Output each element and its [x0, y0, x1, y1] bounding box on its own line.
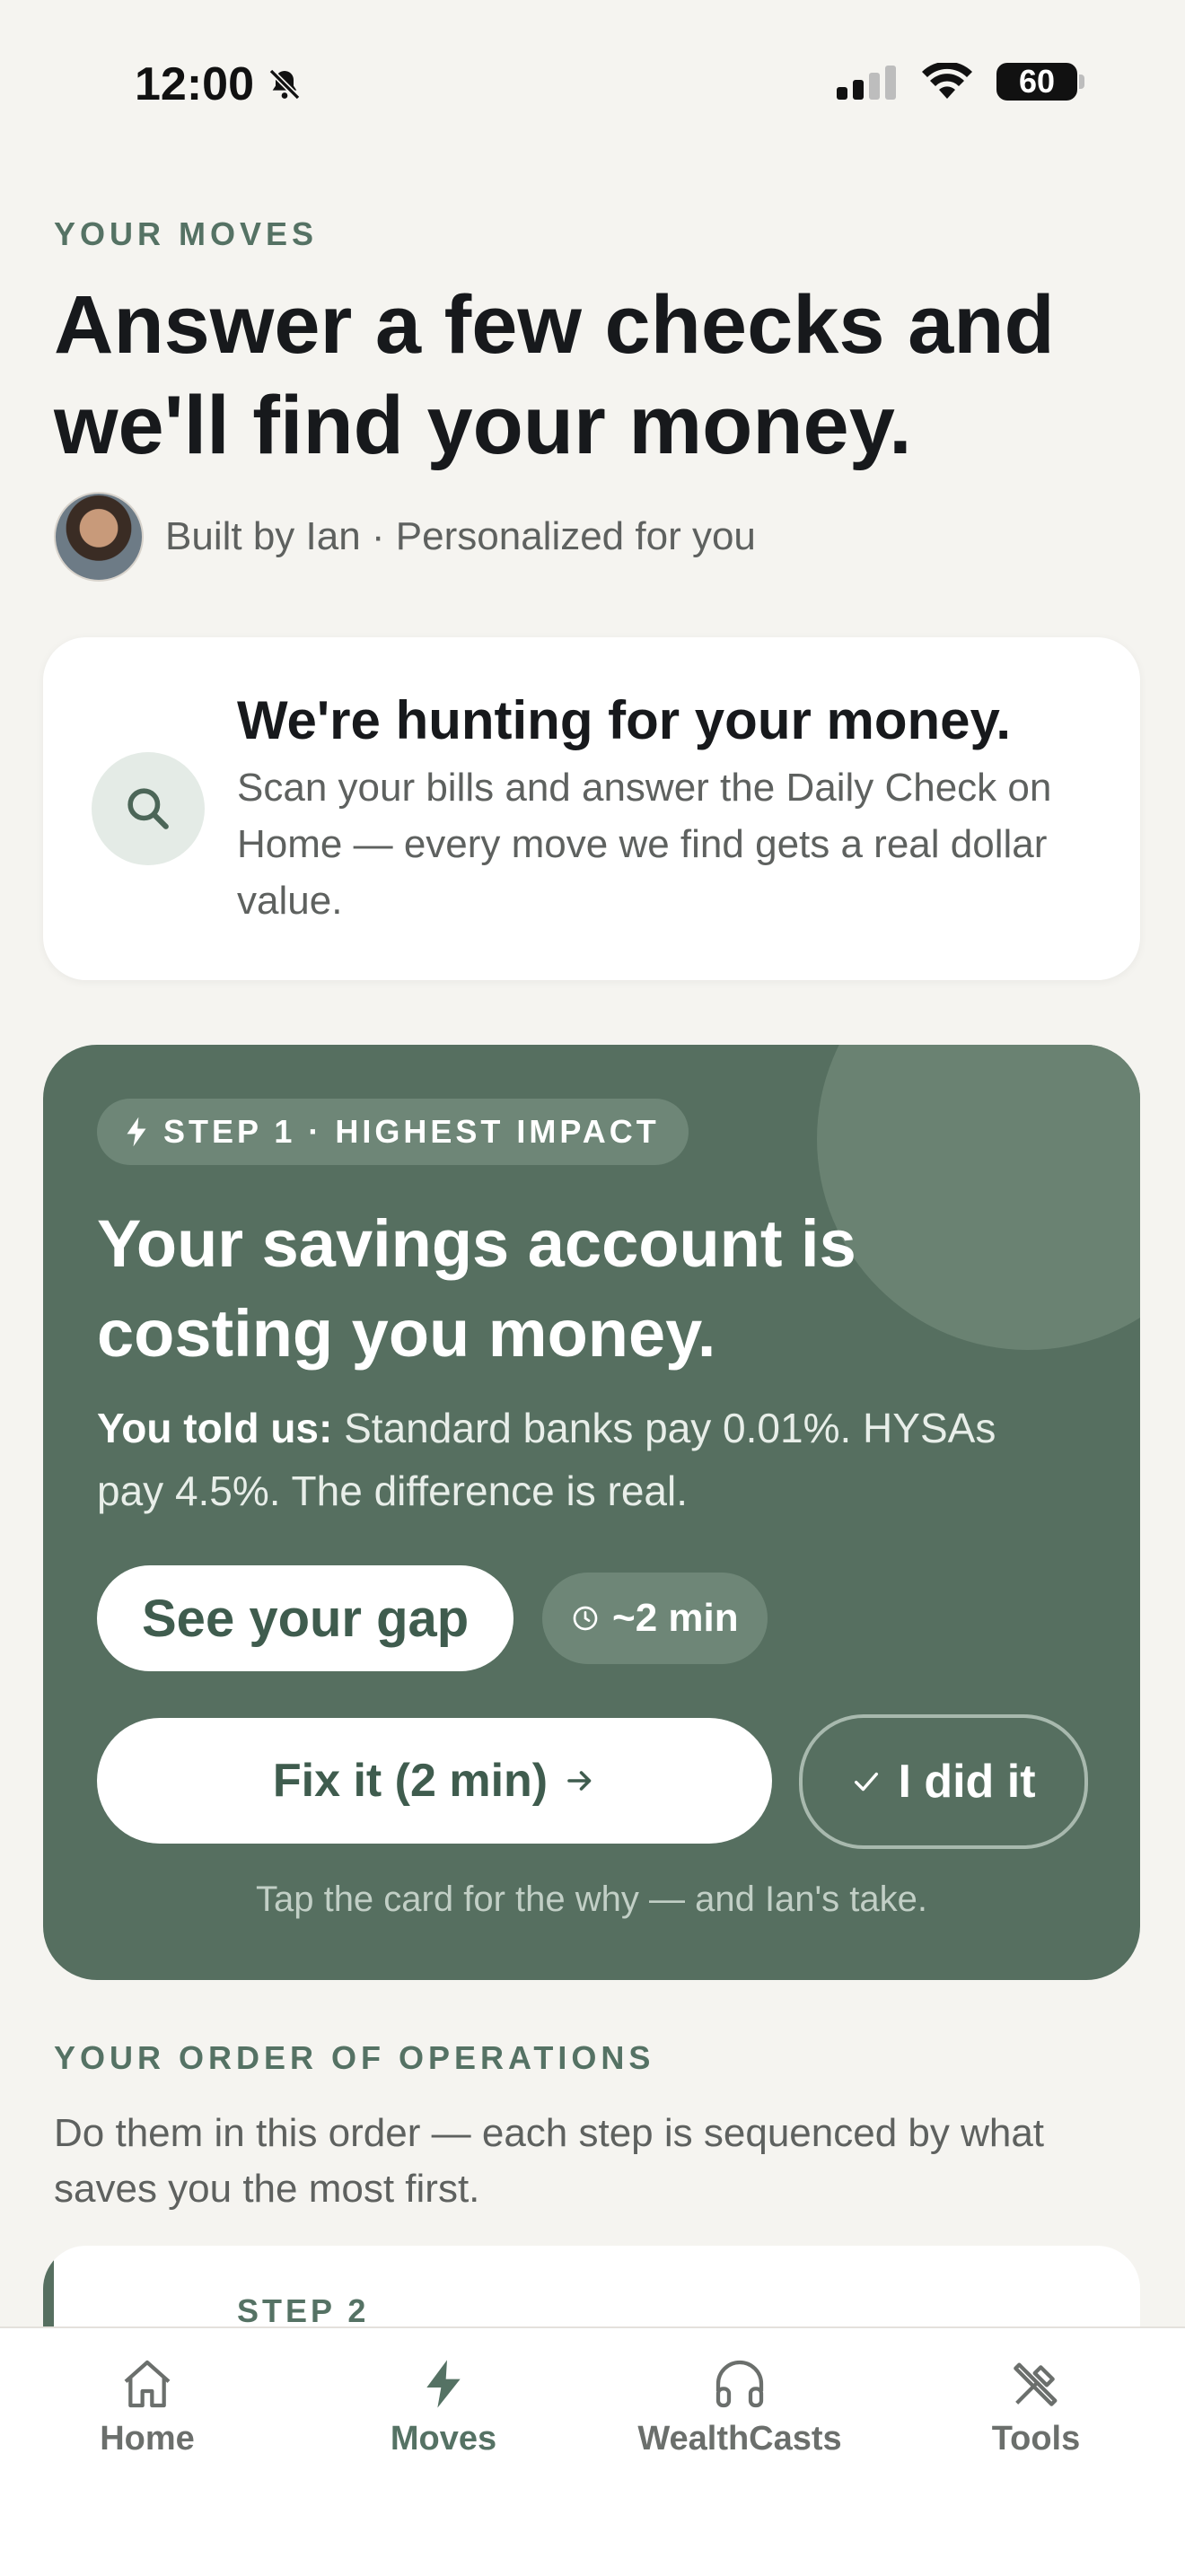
bolt-icon	[127, 1117, 146, 1147]
order-eyebrow: YOUR ORDER OF OPERATIONS	[54, 2039, 655, 2076]
signal-icon	[837, 66, 896, 100]
page-title: Answer a few checks and we'll find your …	[54, 279, 1055, 471]
battery-level: 60	[1018, 63, 1056, 100]
step-badge-label: STEP 1 · HIGHEST IMPACT	[163, 1113, 660, 1150]
bolt-icon	[426, 2360, 461, 2408]
time-estimate-chip: ~2 min	[542, 1573, 768, 1664]
did-it-label: I did it	[898, 1756, 1036, 1808]
byline: Built by Ian · Personalized for you	[54, 492, 756, 582]
step-description-lead: You told us:	[97, 1405, 333, 1451]
search-icon	[92, 752, 205, 865]
step-title: Your savings account is costing you mone…	[97, 1206, 856, 1371]
hunting-card-title: We're hunting for your money.	[237, 690, 1012, 750]
fix-it-label: Fix it (2 min)	[272, 1755, 549, 1807]
headphones-icon	[715, 2360, 764, 2408]
bell-slash-icon	[268, 68, 301, 101]
step-2-label: STEP 2	[237, 2292, 370, 2329]
check-icon	[855, 1772, 879, 1792]
step-description: You told us: Standard banks pay 0.01%. H…	[97, 1397, 1049, 1522]
avatar	[54, 492, 144, 582]
battery-icon: 60	[996, 63, 1084, 101]
step-card[interactable]: STEP 1 · HIGHEST IMPACT Your savings acc…	[43, 1045, 1140, 1980]
section-eyebrow: YOUR MOVES	[54, 215, 319, 252]
clock-icon	[573, 1606, 598, 1631]
status-bar-time: 12:00	[135, 57, 303, 111]
tab-moves[interactable]: Moves	[309, 2355, 578, 2458]
status-bar-right: 60	[835, 63, 1084, 101]
order-description: Do them in this order — each step is seq…	[54, 2111, 1045, 2211]
tab-moves-label: Moves	[390, 2420, 497, 2458]
tab-home-label: Home	[100, 2420, 195, 2458]
card-hint: Tap the card for the why — and Ian's tak…	[255, 1879, 928, 1919]
tab-wealthcasts[interactable]: WealthCasts	[605, 2355, 874, 2458]
hunting-card-body: Scan your bills and answer the Daily Che…	[237, 766, 1052, 923]
home-icon	[124, 2360, 171, 2408]
tab-bar: Home Moves WealthCasts Tools	[0, 2326, 1185, 2576]
arrow-right-icon	[567, 1771, 592, 1791]
tools-icon	[1014, 2362, 1058, 2406]
tab-tools-label: Tools	[991, 2420, 1081, 2458]
time-estimate-text: ~2 min	[612, 1596, 739, 1640]
wifi-icon	[922, 63, 972, 99]
byline-text: Built by Ian · Personalized for you	[165, 514, 756, 558]
fix-it-button[interactable]: Fix it (2 min)	[97, 1718, 772, 1844]
time-text: 12:00	[135, 58, 254, 110]
tab-home[interactable]: Home	[13, 2355, 282, 2458]
see-gap-button[interactable]: See your gap	[97, 1565, 514, 1671]
tab-tools[interactable]: Tools	[901, 2355, 1171, 2458]
step-badge: STEP 1 · HIGHEST IMPACT	[97, 1099, 689, 1165]
hunting-card[interactable]: We're hunting for your money. Scan your …	[43, 637, 1140, 980]
did-it-button[interactable]: I did it	[799, 1714, 1088, 1849]
tab-wealthcasts-label: WealthCasts	[637, 2420, 842, 2458]
see-gap-label: See your gap	[142, 1589, 470, 1648]
